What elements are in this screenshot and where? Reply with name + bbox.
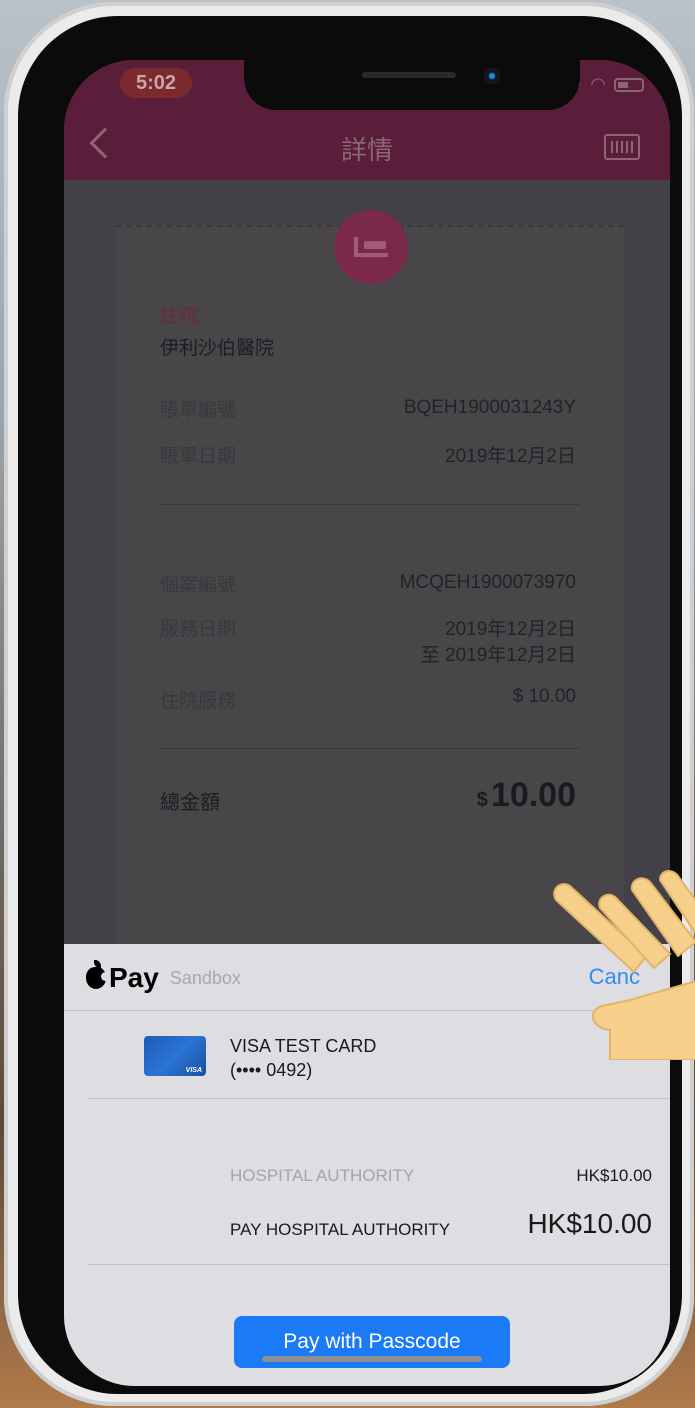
- service-label: 住院服務: [160, 691, 237, 712]
- bill-no: BQEH1900031243Y: [403, 397, 576, 418]
- case-no-label: 個案編號: [160, 575, 237, 596]
- total-value: 10.00: [490, 776, 576, 814]
- battery-icon: [614, 77, 644, 92]
- case-no: MCQEH1900073970: [399, 572, 576, 593]
- apple-icon: [86, 960, 110, 989]
- card-selector[interactable]: VISA TEST CARD (•••• 0492): [230, 1034, 376, 1082]
- barcode-icon[interactable]: [604, 134, 640, 160]
- bill-date: 2019年12月2日: [445, 446, 576, 467]
- divider: [160, 748, 580, 749]
- merchant-amount: HK$10.00: [576, 1166, 652, 1185]
- bill-date-label: 賬單日期: [160, 446, 237, 467]
- divider: [88, 1264, 670, 1265]
- pay-amount: HK$10.00: [527, 1208, 652, 1239]
- phone-bezel: 5:02 ⋯ ◠ 詳情 住院 伊利沙伯醫院 賬單編號 BQEH190003124…: [18, 16, 682, 1394]
- page-title: 詳情: [340, 135, 393, 165]
- hospital-name: 伊利沙伯醫院: [160, 338, 275, 359]
- visa-logo: VISA: [185, 1067, 202, 1074]
- divider: [88, 1098, 670, 1099]
- card-number: (•••• 0492): [230, 1060, 313, 1080]
- apple-pay-logo: Pay Sandbox: [86, 960, 241, 994]
- screen: 5:02 ⋯ ◠ 詳情 住院 伊利沙伯醫院 賬單編號 BQEH190003124…: [64, 60, 670, 1386]
- pay-wordmark: Pay: [109, 962, 159, 993]
- sandbox-label: Sandbox: [169, 967, 241, 988]
- service-date-from: 2019年12月2日: [445, 619, 576, 640]
- apple-pay-sheet: Pay Sandbox Canc VISA VISA TEST CARD (••…: [64, 944, 670, 1386]
- bill-no-label: 賬單編號: [160, 400, 237, 421]
- divider: [64, 1010, 670, 1011]
- status-time: 5:02: [120, 68, 192, 98]
- front-camera: [484, 68, 500, 84]
- total-amount: $10.00: [477, 776, 576, 815]
- divider: [160, 504, 580, 505]
- card-name: VISA TEST CARD: [230, 1036, 377, 1056]
- merchant-label: HOSPITAL AUTHORITY: [230, 1166, 415, 1185]
- cancel-button[interactable]: Canc: [589, 964, 640, 990]
- service-amount: $ 10.00: [512, 686, 576, 707]
- total-currency: $: [476, 789, 488, 811]
- phone-frame: 5:02 ⋯ ◠ 詳情 住院 伊利沙伯醫院 賬單編號 BQEH190003124…: [4, 2, 694, 1406]
- wifi-icon: ◠: [590, 74, 606, 94]
- category-label: 住院: [160, 306, 199, 327]
- pay-label: PAY HOSPITAL AUTHORITY: [230, 1220, 451, 1239]
- service-date-to: 至 2019年12月2日: [420, 645, 576, 666]
- speaker: [362, 72, 456, 78]
- notch: [244, 60, 580, 110]
- home-indicator: [262, 1356, 482, 1362]
- service-date-label: 服務日期: [160, 619, 237, 640]
- card-thumbnail[interactable]: VISA: [144, 1036, 206, 1076]
- total-label: 總金額: [160, 792, 220, 814]
- hospital-bed-icon: [334, 210, 408, 284]
